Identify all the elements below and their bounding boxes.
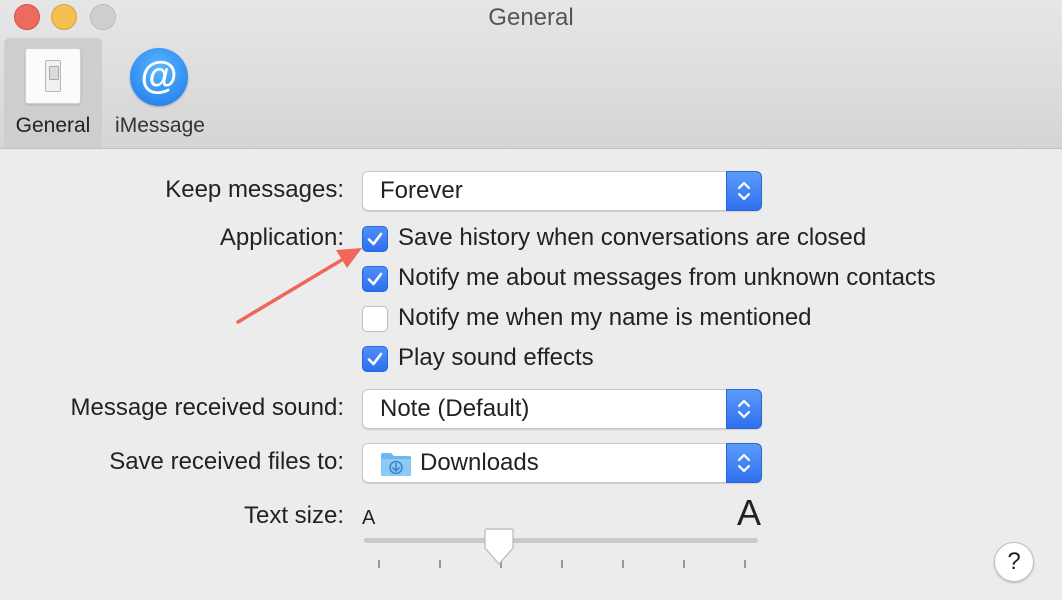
notify-unknown-checkbox[interactable]: [362, 266, 388, 292]
save-files-value: Downloads: [420, 449, 539, 476]
text-size-large-glyph: A: [737, 492, 762, 533]
message-sound-label: Message received sound:: [70, 394, 345, 421]
save-history-checkbox[interactable]: [362, 226, 388, 252]
notify-mention-label: Notify me when my name is mentioned: [398, 304, 812, 331]
tab-general[interactable]: General: [4, 38, 102, 148]
up-down-arrows-icon: [726, 171, 762, 211]
message-sound-popup[interactable]: Note (Default): [362, 389, 762, 429]
keep-messages-popup[interactable]: Forever: [362, 171, 762, 211]
slider-tick: [439, 560, 441, 568]
light-switch-icon: [25, 48, 81, 104]
save-files-label: Save received files to:: [109, 448, 344, 475]
help-button[interactable]: ?: [994, 542, 1034, 582]
text-size-small-glyph: A: [362, 507, 376, 529]
text-size-label: Text size:: [243, 502, 344, 529]
window-title: General: [488, 4, 574, 31]
downloads-folder-icon: [381, 453, 411, 476]
preferences-window: General General @ iMessage Keep messages…: [0, 0, 1062, 600]
slider-tick: [561, 560, 563, 568]
slider-tick: [683, 560, 685, 568]
message-sound-value: Note (Default): [380, 395, 530, 422]
up-down-arrows-icon: [726, 443, 762, 483]
up-down-arrows-icon: [726, 389, 762, 429]
keep-messages-label: Keep messages:: [165, 176, 344, 203]
sound-effects-label: Play sound effects: [398, 344, 594, 371]
text-size-slider-knob[interactable]: [482, 528, 516, 566]
text-size-slider-track[interactable]: [364, 538, 758, 543]
title-bar-toolbar: General General @ iMessage: [0, 0, 1062, 149]
slider-tick: [378, 560, 380, 568]
application-label: Application:: [219, 224, 344, 251]
save-history-label: Save history when conversations are clos…: [398, 224, 867, 251]
tab-imessage[interactable]: @ iMessage: [108, 38, 212, 148]
notify-unknown-label: Notify me about messages from unknown co…: [398, 264, 936, 291]
tab-imessage-label: iMessage: [115, 114, 205, 137]
keep-messages-value: Forever: [380, 177, 463, 204]
at-sign-icon: @: [130, 48, 188, 106]
slider-tick: [622, 560, 624, 568]
sound-effects-checkbox[interactable]: [362, 346, 388, 372]
notify-mention-checkbox[interactable]: [362, 306, 388, 332]
save-files-popup[interactable]: Downloads: [362, 443, 762, 483]
slider-tick: [744, 560, 746, 568]
tab-general-label: General: [15, 114, 91, 137]
